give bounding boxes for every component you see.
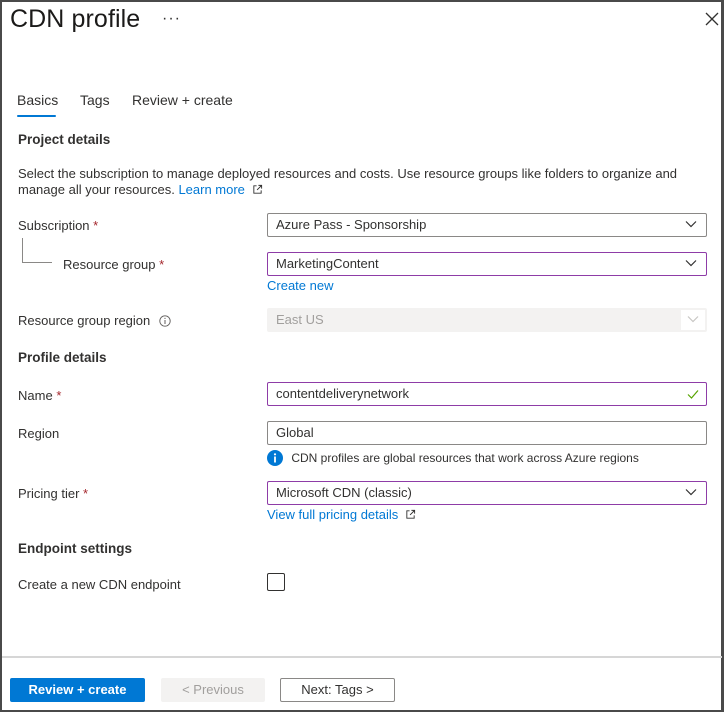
create-endpoint-label: Create a new CDN endpoint — [18, 577, 181, 592]
project-details-heading: Project details — [18, 132, 111, 147]
resource-group-region-label-text: Resource group region — [18, 313, 151, 328]
profile-details-heading: Profile details — [18, 350, 107, 365]
required-indicator: * — [159, 257, 165, 272]
description-text: Select the subscription to manage deploy… — [18, 166, 678, 197]
tab-review-create[interactable]: Review + create — [132, 92, 233, 108]
subscription-label-text: Subscription — [18, 218, 90, 233]
region-input: Global — [267, 421, 707, 445]
required-indicator: * — [93, 218, 99, 233]
more-options-button[interactable]: ··· — [162, 10, 181, 28]
subscription-dropdown[interactable]: Azure Pass - Sponsorship — [267, 213, 707, 237]
chevron-down-icon — [687, 316, 699, 323]
project-details-description: Select the subscription to manage deploy… — [18, 166, 698, 198]
name-input[interactable]: contentdeliverynetwork — [267, 382, 707, 406]
region-note-text: CDN profiles are global resources that w… — [291, 451, 639, 465]
previous-button: < Previous — [161, 678, 265, 702]
create-new-resource-group-link[interactable]: Create new — [267, 278, 333, 293]
region-label: Region — [18, 426, 60, 441]
tab-basics[interactable]: Basics — [17, 92, 58, 108]
resource-group-region-value: East US — [276, 312, 324, 327]
external-link-icon — [252, 184, 262, 194]
tree-connector-horizontal — [22, 262, 52, 263]
next-tags-button[interactable]: Next: Tags > — [280, 678, 395, 702]
resource-group-region-label: Resource group region — [18, 313, 171, 328]
chevron-down-icon — [685, 260, 697, 267]
page-title: CDN profile — [10, 5, 141, 33]
external-link-icon — [406, 509, 415, 519]
chevron-down-icon — [685, 489, 697, 496]
pricing-tier-label-text: Pricing tier — [18, 486, 80, 501]
region-value: Global — [276, 425, 314, 440]
disabled-chevron-container — [681, 310, 705, 330]
create-endpoint-checkbox[interactable] — [267, 573, 285, 591]
subscription-label: Subscription * — [18, 218, 98, 233]
review-create-button[interactable]: Review + create — [10, 678, 145, 702]
resource-group-label: Resource group * — [63, 257, 164, 272]
pricing-tier-label: Pricing tier * — [18, 486, 88, 501]
tree-connector-vertical — [22, 238, 23, 262]
subscription-value: Azure Pass - Sponsorship — [276, 217, 427, 232]
pricing-tier-value: Microsoft CDN (classic) — [276, 485, 412, 500]
resource-group-value: MarketingContent — [276, 256, 379, 271]
learn-more-link[interactable]: Learn more — [178, 182, 244, 197]
info-icon[interactable] — [159, 315, 171, 327]
active-tab-indicator — [17, 115, 56, 117]
name-label-text: Name — [18, 388, 53, 403]
resource-group-region-dropdown: East US — [267, 308, 707, 332]
endpoint-settings-heading: Endpoint settings — [18, 541, 132, 556]
pricing-details-row: View full pricing details — [267, 507, 416, 522]
checkmark-icon — [687, 390, 699, 399]
footer-divider — [2, 656, 722, 658]
info-filled-icon — [267, 450, 283, 466]
required-indicator: * — [83, 486, 89, 501]
name-label: Name * — [18, 388, 61, 403]
close-icon[interactable] — [704, 11, 720, 27]
view-pricing-details-link[interactable]: View full pricing details — [267, 507, 398, 522]
resource-group-dropdown[interactable]: MarketingContent — [267, 252, 707, 276]
cdn-profile-blade: CDN profile ··· Basics Tags Review + cre… — [0, 0, 724, 712]
pricing-tier-dropdown[interactable]: Microsoft CDN (classic) — [267, 481, 707, 505]
tab-tags[interactable]: Tags — [80, 92, 110, 108]
required-indicator: * — [56, 388, 62, 403]
name-value: contentdeliverynetwork — [276, 386, 409, 401]
chevron-down-icon — [685, 221, 697, 228]
region-info-note: CDN profiles are global resources that w… — [267, 450, 639, 466]
resource-group-label-text: Resource group — [63, 257, 156, 272]
